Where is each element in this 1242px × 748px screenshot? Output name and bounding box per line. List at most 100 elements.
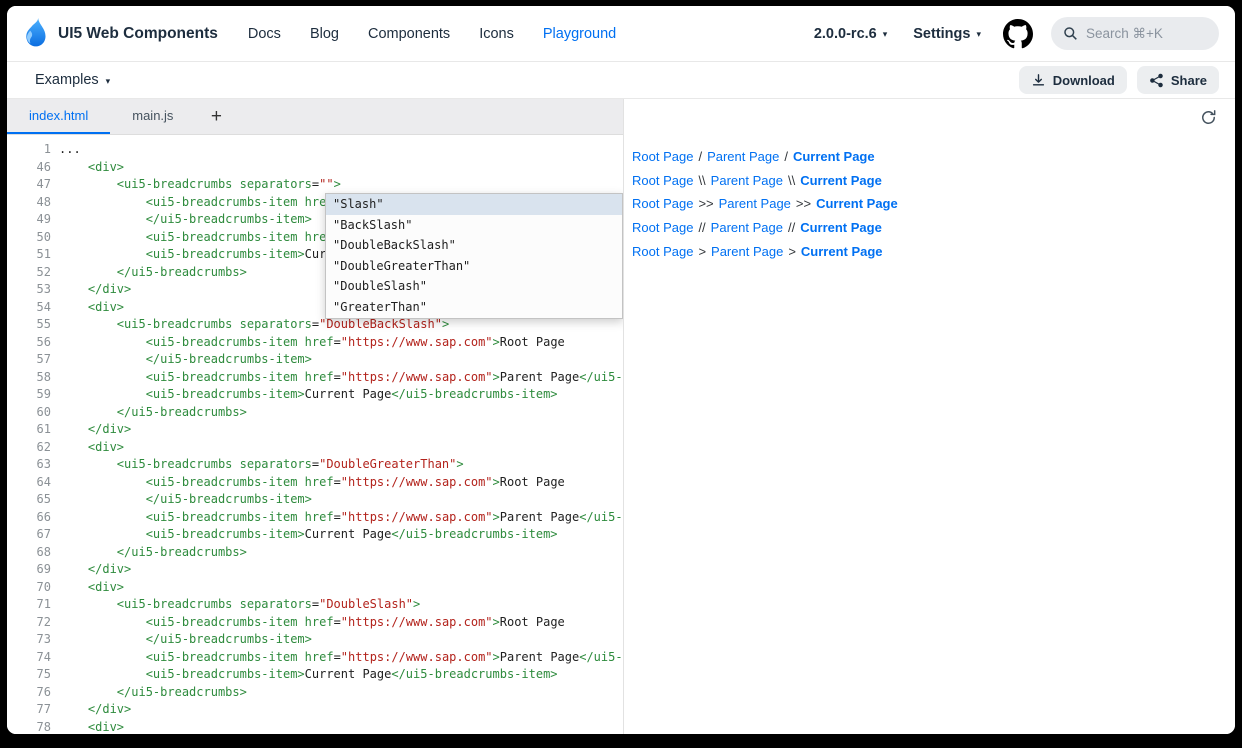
suggestion-item[interactable]: "DoubleSlash" [326, 276, 622, 297]
suggestion-item[interactable]: "DoubleBackSlash" [326, 235, 622, 256]
line-number: 58 [7, 369, 51, 387]
breadcrumb-link[interactable]: Parent Page [719, 196, 791, 211]
tab-index.html[interactable]: index.html [7, 99, 110, 134]
code-text: <ui5-breadcrumbs-item href="https://www.… [59, 649, 623, 667]
code-text: </ui5-breadcrumbs-item> [59, 631, 312, 649]
code-text: <ui5-breadcrumbs-item>Current Page</ui5-… [59, 386, 558, 404]
editor-pane: index.htmlmain.js + 1...46 <div>47 <ui5-… [7, 99, 624, 734]
share-button[interactable]: Share [1137, 66, 1219, 94]
code-line: 71 <ui5-breadcrumbs separators="DoubleSl… [7, 596, 623, 614]
line-number: 64 [7, 474, 51, 492]
breadcrumb-current: Current Page [801, 244, 883, 259]
code-text: </ui5-breadcrumbs-item> [59, 491, 312, 509]
line-number: 76 [7, 684, 51, 702]
main-split: index.htmlmain.js + 1...46 <div>47 <ui5-… [7, 99, 1235, 734]
examples-toolbar: Examples ▾ Download Share [7, 62, 1235, 99]
line-number: 68 [7, 544, 51, 562]
breadcrumb-current: Current Page [800, 220, 882, 235]
refresh-icon [1200, 109, 1217, 126]
code-text: </div> [59, 421, 131, 439]
ui5-logo-icon [23, 18, 49, 50]
code-text: <ui5-breadcrumbs-item>Current Page</ui5-… [59, 666, 558, 684]
breadcrumb-separator: / [698, 149, 702, 164]
code-line: 58 <ui5-breadcrumbs-item href="https://w… [7, 369, 623, 387]
code-line: 57 </ui5-breadcrumbs-item> [7, 351, 623, 369]
code-line: 63 <ui5-breadcrumbs separators="DoubleGr… [7, 456, 623, 474]
code-text: <div> [59, 159, 124, 177]
nav-components[interactable]: Components [368, 26, 450, 42]
search-input[interactable]: Search ⌘+K [1051, 17, 1219, 50]
breadcrumb-link[interactable]: Parent Page [707, 149, 779, 164]
autocomplete-popup: "Slash""BackSlash""DoubleBackSlash""Doub… [325, 193, 623, 319]
code-line: 66 <ui5-breadcrumbs-item href="https://w… [7, 509, 623, 527]
code-text: </div> [59, 561, 131, 579]
version-label: 2.0.0-rc.6 [814, 26, 877, 42]
preview-pane: Root Page/Parent Page/Current PageRoot P… [624, 99, 1235, 734]
code-line: 70 <div> [7, 579, 623, 597]
code-editor[interactable]: 1...46 <div>47 <ui5-breadcrumbs separato… [7, 135, 623, 734]
suggestion-item[interactable]: "DoubleGreaterThan" [326, 256, 622, 277]
breadcrumb-link[interactable]: Root Page [632, 173, 693, 188]
breadcrumb: Root Page\\Parent Page\\Current Page [632, 169, 1235, 193]
breadcrumb-separator: >> [698, 196, 713, 211]
line-number: 54 [7, 299, 51, 317]
version-dropdown[interactable]: 2.0.0-rc.6 ▾ [814, 26, 887, 42]
suggestion-item[interactable]: "BackSlash" [326, 215, 622, 236]
line-number: 77 [7, 701, 51, 719]
breadcrumb: Root Page>Parent Page>Current Page [632, 239, 1235, 263]
refresh-button[interactable] [1200, 109, 1217, 126]
nav-blog[interactable]: Blog [310, 26, 339, 42]
breadcrumb-link[interactable]: Parent Page [711, 220, 783, 235]
line-number: 74 [7, 649, 51, 667]
line-number: 46 [7, 159, 51, 177]
code-text: <ui5-breadcrumbs separators=""> [59, 176, 341, 194]
line-number: 70 [7, 579, 51, 597]
line-number: 71 [7, 596, 51, 614]
code-line: 68 </ui5-breadcrumbs> [7, 544, 623, 562]
breadcrumb: Root Page>>Parent Page>>Current Page [632, 192, 1235, 216]
breadcrumb-separator: >> [796, 196, 811, 211]
download-button[interactable]: Download [1019, 66, 1127, 94]
code-line: 60 </ui5-breadcrumbs> [7, 404, 623, 422]
code-line: 56 <ui5-breadcrumbs-item href="https://w… [7, 334, 623, 352]
code-text: <div> [59, 719, 124, 735]
code-line: 74 <ui5-breadcrumbs-item href="https://w… [7, 649, 623, 667]
code-text: </ui5-breadcrumbs> [59, 404, 247, 422]
code-line: 64 <ui5-breadcrumbs-item href="https://w… [7, 474, 623, 492]
breadcrumb-link[interactable]: Parent Page [711, 173, 783, 188]
breadcrumb-link[interactable]: Root Page [632, 149, 693, 164]
code-text: <ui5-breadcrumbs-item href="https://www.… [59, 369, 623, 387]
code-text: <ui5-breadcrumbs separators="DoubleGreat… [59, 456, 464, 474]
code-line: 46 <div> [7, 159, 623, 177]
line-number: 69 [7, 561, 51, 579]
nav-playground[interactable]: Playground [543, 26, 616, 42]
breadcrumb-separator: > [788, 244, 796, 259]
breadcrumb-link[interactable]: Root Page [632, 196, 693, 211]
new-tab-button[interactable]: + [195, 99, 237, 134]
settings-dropdown[interactable]: Settings ▾ [913, 26, 981, 42]
suggestion-item[interactable]: "GreaterThan" [326, 297, 622, 318]
line-number: 56 [7, 334, 51, 352]
code-text: <ui5-breadcrumbs-item href="https://www.… [59, 474, 565, 492]
search-placeholder: Search ⌘+K [1086, 26, 1163, 42]
code-text: <ui5-breadcrumbs-item>Current Page</ui5-… [59, 526, 558, 544]
code-text: </div> [59, 281, 131, 299]
nav-docs[interactable]: Docs [248, 26, 281, 42]
code-text: ... [59, 141, 81, 159]
nav-icons[interactable]: Icons [479, 26, 514, 42]
examples-dropdown[interactable]: Examples ▾ [35, 72, 110, 88]
code-line: 47 <ui5-breadcrumbs separators=""> [7, 176, 623, 194]
line-number: 55 [7, 316, 51, 334]
line-number: 63 [7, 456, 51, 474]
breadcrumb-link[interactable]: Root Page [632, 244, 693, 259]
github-icon[interactable] [1003, 19, 1033, 49]
tab-main.js[interactable]: main.js [110, 99, 195, 134]
code-text: <div> [59, 579, 124, 597]
breadcrumb-separator: \\ [698, 173, 705, 188]
code-text: <ui5-breadcrumbs-item href="https://www.… [59, 614, 565, 632]
breadcrumb: Root Page//Parent Page//Current Page [632, 216, 1235, 240]
code-line: 55 <ui5-breadcrumbs separators="DoubleBa… [7, 316, 623, 334]
suggestion-item[interactable]: "Slash" [326, 194, 622, 215]
breadcrumb-link[interactable]: Root Page [632, 220, 693, 235]
breadcrumb-link[interactable]: Parent Page [711, 244, 783, 259]
